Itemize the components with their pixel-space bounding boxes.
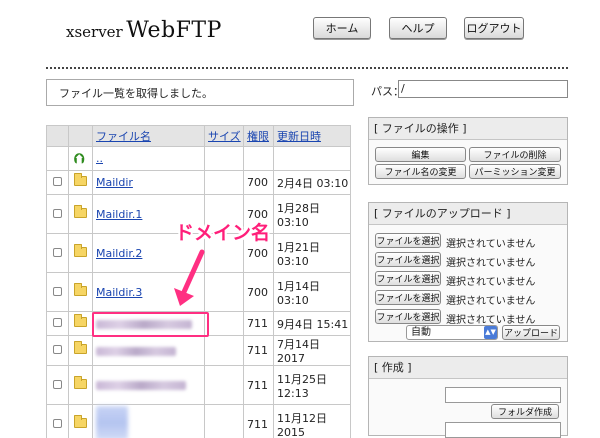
perm-cell: 700 xyxy=(243,272,274,312)
file-name-input[interactable] xyxy=(445,422,561,438)
file-ops-panel: [ ファイルの操作 ] 編集 ファイルの削除 ファイル名の変更 パーミッション変… xyxy=(368,117,568,185)
header-filename[interactable]: ファイル名 xyxy=(92,125,205,147)
header-size[interactable]: サイズ xyxy=(204,125,244,147)
logout-button[interactable]: ログアウト xyxy=(464,17,524,39)
folder-icon xyxy=(74,375,87,389)
folder-icon xyxy=(74,341,87,354)
sort-size-link[interactable]: サイズ xyxy=(208,130,241,143)
date-cell: 11月25日 12:13 xyxy=(273,365,351,405)
header-date[interactable]: 更新日時 xyxy=(273,125,351,147)
file-link[interactable]: Maildir xyxy=(96,176,133,189)
path-input[interactable]: / xyxy=(398,80,568,98)
row-checkbox[interactable] xyxy=(53,247,62,257)
table-row[interactable]: 711 11月12日 2015 xyxy=(46,404,351,438)
row-checkbox[interactable] xyxy=(53,418,62,428)
date-cell: 1月21日 03:10 xyxy=(273,233,351,273)
header-perm[interactable]: 権限 xyxy=(243,125,274,147)
blurred-domain-name[interactable] xyxy=(96,381,186,390)
upload-title: [ ファイルのアップロード ] xyxy=(369,203,567,225)
app-logo: xserver WebFTP xyxy=(66,18,222,43)
folder-icon xyxy=(74,173,87,186)
row-checkbox[interactable] xyxy=(53,286,62,296)
perm-cell: 711 xyxy=(243,335,274,366)
row-checkbox[interactable] xyxy=(53,177,62,186)
annotation-highlight-box xyxy=(92,312,209,337)
logo-xserver: xserver xyxy=(66,23,123,41)
table-row-parent[interactable]: ⮉ .. xyxy=(46,146,351,171)
choose-file-button-3[interactable]: ファイルを選択 xyxy=(375,271,441,286)
no-file-selected-4: 選択されていません xyxy=(446,296,536,307)
sort-filename-link[interactable]: ファイル名 xyxy=(96,130,151,143)
table-row[interactable]: 711 11月25日 12:13 xyxy=(46,365,351,405)
no-file-selected-5: 選択されていません xyxy=(446,315,536,326)
parent-dir-link[interactable]: .. xyxy=(96,152,103,165)
date-cell: 11月12日 2015 xyxy=(273,404,351,438)
create-panel: [ 作成 ] フォルダ作成 xyxy=(368,356,568,438)
file-link[interactable]: Maildir.2 xyxy=(96,247,142,260)
upload-mode-select[interactable]: 自動 ▲▼ xyxy=(406,325,498,340)
sort-perm-link[interactable]: 権限 xyxy=(247,130,269,143)
folder-icon xyxy=(74,314,87,327)
folder-icon xyxy=(74,204,87,218)
create-title: [ 作成 ] xyxy=(369,357,567,379)
status-text: ファイル一覧を取得しました。 xyxy=(59,86,213,100)
table-row[interactable]: Maildir 700 2月4日 03:10 xyxy=(46,170,351,195)
perm-cell: 700 xyxy=(243,170,274,195)
folder-name-input[interactable] xyxy=(445,387,561,403)
date-cell: 2月4日 03:10 xyxy=(273,170,351,195)
file-link[interactable]: Maildir.1 xyxy=(96,208,142,221)
no-file-selected-3: 選択されていません xyxy=(446,277,536,288)
perm-cell: 711 xyxy=(243,365,274,405)
row-checkbox[interactable] xyxy=(53,318,62,327)
rename-file-button[interactable]: ファイル名の変更 xyxy=(375,164,466,179)
row-checkbox[interactable] xyxy=(53,345,62,354)
edit-button[interactable]: 編集 xyxy=(375,147,466,162)
home-button[interactable]: ホーム xyxy=(313,17,371,39)
perm-cell: 711 xyxy=(243,404,274,438)
chevron-updown-icon: ▲▼ xyxy=(484,326,497,339)
upload-button[interactable]: アップロード xyxy=(502,325,560,340)
blurred-domain-name[interactable] xyxy=(96,405,128,438)
upload-mode-value: 自動 xyxy=(411,327,431,338)
choose-file-button-5[interactable]: ファイルを選択 xyxy=(375,309,441,324)
date-cell: 7月14日 2017 xyxy=(273,335,351,366)
folder-icon xyxy=(74,243,87,257)
row-checkbox[interactable] xyxy=(53,379,62,389)
upload-panel: [ ファイルのアップロード ] ファイルを選択 選択されていません ファイルを選… xyxy=(368,202,568,342)
perm-cell: 711 xyxy=(243,311,274,336)
row-checkbox[interactable] xyxy=(53,208,62,218)
create-folder-button[interactable]: フォルダ作成 xyxy=(491,404,559,419)
table-header-row: ファイル名 サイズ 権限 更新日時 xyxy=(46,125,351,147)
file-ops-title: [ ファイルの操作 ] xyxy=(369,118,567,140)
no-file-selected-1: 選択されていません xyxy=(446,239,536,250)
choose-file-button-4[interactable]: ファイルを選択 xyxy=(375,290,441,305)
choose-file-button-2[interactable]: ファイルを選択 xyxy=(375,252,441,267)
date-cell: 1月28日 03:10 xyxy=(273,194,351,234)
date-cell: 9月4日 15:41 xyxy=(273,311,351,336)
blurred-domain-name[interactable] xyxy=(96,346,176,356)
header-icon xyxy=(68,125,93,147)
parent-dir-icon: ⮉ xyxy=(74,150,85,167)
sort-date-link[interactable]: 更新日時 xyxy=(277,130,321,143)
status-message: ファイル一覧を取得しました。 xyxy=(46,79,354,106)
header-check xyxy=(46,125,69,147)
delete-file-button[interactable]: ファイルの削除 xyxy=(469,147,561,162)
annotation-label: ドメイン名 xyxy=(175,222,271,244)
file-link[interactable]: Maildir.3 xyxy=(96,286,142,299)
logo-webftp: WebFTP xyxy=(126,18,222,43)
help-button[interactable]: ヘルプ xyxy=(389,17,447,39)
change-permission-button[interactable]: パーミッション変更 xyxy=(469,164,561,179)
annotation-arrow-icon xyxy=(174,249,205,306)
table-row[interactable]: 711 7月14日 2017 xyxy=(46,335,351,366)
folder-icon xyxy=(74,414,87,428)
date-cell: 1月14日 03:10 xyxy=(273,272,351,312)
no-file-selected-2: 選択されていません xyxy=(446,258,536,269)
header-divider xyxy=(46,67,568,69)
choose-file-button-1[interactable]: ファイルを選択 xyxy=(375,233,441,248)
folder-icon xyxy=(74,282,87,296)
